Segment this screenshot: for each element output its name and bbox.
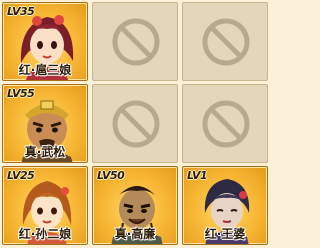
empty-slot-5[interactable] xyxy=(92,84,178,163)
hero-slot-9[interactable]: LV1 红·王婆 xyxy=(182,166,268,245)
hero-level: LV50 xyxy=(97,169,125,182)
hero-slot-7[interactable]: LV25 红·孙二娘 xyxy=(2,166,88,245)
hero-slot-1[interactable]: LV35 红·扈三娘 xyxy=(2,2,88,81)
empty-slot-3[interactable] xyxy=(182,2,268,81)
hero-name: 红·孙二娘 xyxy=(18,227,72,241)
hero-level: LV25 xyxy=(7,169,35,182)
hero-slot-4[interactable]: LV55 真·武松 xyxy=(2,84,88,163)
hero-name: 红·王婆 xyxy=(204,227,246,241)
hero-name: 真·武松 xyxy=(24,145,66,159)
hero-level: LV1 xyxy=(187,169,208,182)
empty-slot-2[interactable] xyxy=(92,2,178,81)
hero-level: LV55 xyxy=(7,87,35,100)
hero-level: LV35 xyxy=(7,5,35,18)
hero-name: 红·扈三娘 xyxy=(18,63,72,77)
empty-slot-icon xyxy=(112,100,160,148)
hero-slot-8[interactable]: LV50 真·高廉 xyxy=(92,166,178,245)
empty-slot-icon xyxy=(202,100,250,148)
hero-name: 真·高廉 xyxy=(114,227,156,241)
empty-slot-icon xyxy=(202,18,250,66)
hero-slot-grid: LV35 红·扈三娘 LV55 真·武松 LV25 红·孙二娘 LV50 真·高… xyxy=(2,2,268,245)
empty-slot-icon xyxy=(112,18,160,66)
empty-slot-6[interactable] xyxy=(182,84,268,163)
